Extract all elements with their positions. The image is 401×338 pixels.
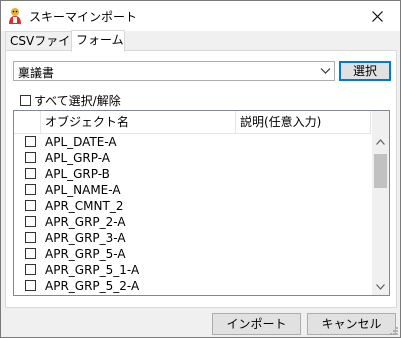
row-checkbox[interactable] bbox=[25, 264, 36, 275]
table-row[interactable]: APR_GRP_5-A bbox=[14, 246, 371, 262]
row-object-name: APR_GRP_5-A bbox=[45, 247, 126, 261]
chevron-up-icon bbox=[376, 138, 385, 145]
tab-form[interactable]: フォーム bbox=[71, 30, 125, 52]
row-checkbox[interactable] bbox=[25, 136, 36, 147]
row-checkbox[interactable] bbox=[25, 168, 36, 179]
header-description[interactable]: 説明(任意入力) bbox=[236, 111, 371, 133]
row-checkbox[interactable] bbox=[25, 216, 36, 227]
row-checkbox[interactable] bbox=[25, 280, 36, 291]
row-checkbox[interactable] bbox=[25, 152, 36, 163]
window-title: スキーマインポート bbox=[29, 10, 138, 24]
row-object-name: APR_GRP_3-A bbox=[45, 231, 126, 245]
row-object-name: APL_GRP-A bbox=[45, 151, 111, 165]
app-icon bbox=[9, 8, 21, 24]
scroll-thumb[interactable] bbox=[374, 154, 387, 188]
grid-rows: APL_DATE-A APL_GRP-A APL_GRP-B APL_NAME-… bbox=[14, 134, 371, 294]
table-row[interactable]: APR_CMNT_2 bbox=[14, 198, 371, 214]
header-checkbox-column bbox=[14, 111, 41, 133]
form-combobox-value: 稟議書 bbox=[18, 66, 55, 80]
row-object-name: APR_GRP_5_1-A bbox=[45, 263, 140, 277]
import-schema-dialog: スキーマインポート CSVファイル フォーム 稟議書 選択 すべて選択/解除 オ… bbox=[0, 0, 401, 338]
select-all-checkbox-box[interactable] bbox=[20, 94, 31, 106]
grid-header: オブジェクト名 説明(任意入力) bbox=[14, 111, 371, 134]
row-checkbox[interactable] bbox=[25, 184, 36, 195]
chevron-down-icon bbox=[320, 68, 331, 74]
table-row[interactable]: APL_NAME-A bbox=[14, 182, 371, 198]
form-tab-panel: 稟議書 選択 すべて選択/解除 オブジェクト名 説明(任意入力) APL_DAT… bbox=[5, 50, 397, 308]
import-button[interactable]: インポート bbox=[212, 313, 301, 335]
table-row[interactable]: APR_GRP_2-A bbox=[14, 214, 371, 230]
row-checkbox[interactable] bbox=[25, 248, 36, 259]
row-object-name: APR_CMNT_2 bbox=[45, 199, 124, 213]
select-all-checkbox[interactable]: すべて選択/解除 bbox=[20, 93, 121, 108]
scroll-down-button[interactable] bbox=[372, 278, 389, 295]
title-bar: スキーマインポート bbox=[1, 1, 400, 31]
chevron-down-icon bbox=[376, 283, 385, 290]
cancel-button[interactable]: キャンセル bbox=[307, 313, 396, 335]
close-icon bbox=[371, 10, 383, 22]
header-object-name[interactable]: オブジェクト名 bbox=[41, 111, 236, 133]
vertical-scrollbar[interactable] bbox=[372, 111, 389, 295]
resize-grip-icon[interactable] bbox=[389, 326, 399, 336]
row-object-name: APL_GRP-B bbox=[45, 167, 110, 181]
select-button[interactable]: 選択 bbox=[339, 61, 391, 81]
form-combobox[interactable]: 稟議書 bbox=[13, 61, 335, 81]
close-button[interactable] bbox=[354, 1, 400, 31]
row-object-name: APR_GRP_5_2-A bbox=[45, 279, 140, 293]
row-checkbox[interactable] bbox=[25, 232, 36, 243]
table-row[interactable]: APL_GRP-B bbox=[14, 166, 371, 182]
scroll-up-button[interactable] bbox=[372, 133, 389, 150]
table-row[interactable]: APR_GRP_5_1-A bbox=[14, 262, 371, 278]
object-grid: オブジェクト名 説明(任意入力) APL_DATE-A APL_GRP-A AP… bbox=[13, 110, 390, 296]
table-row[interactable]: APR_GRP_5_2-A bbox=[14, 278, 371, 294]
table-row[interactable]: APR_GRP_3-A bbox=[14, 230, 371, 246]
row-object-name: APL_DATE-A bbox=[45, 135, 117, 149]
table-row[interactable]: APL_GRP-A bbox=[14, 150, 371, 166]
row-object-name: APL_NAME-A bbox=[45, 183, 121, 197]
tab-csv-file[interactable]: CSVファイル bbox=[5, 31, 82, 51]
row-object-name: APR_GRP_2-A bbox=[45, 215, 126, 229]
row-checkbox[interactable] bbox=[25, 200, 36, 211]
table-row[interactable]: APL_DATE-A bbox=[14, 134, 371, 150]
select-all-label: すべて選択/解除 bbox=[34, 93, 121, 108]
